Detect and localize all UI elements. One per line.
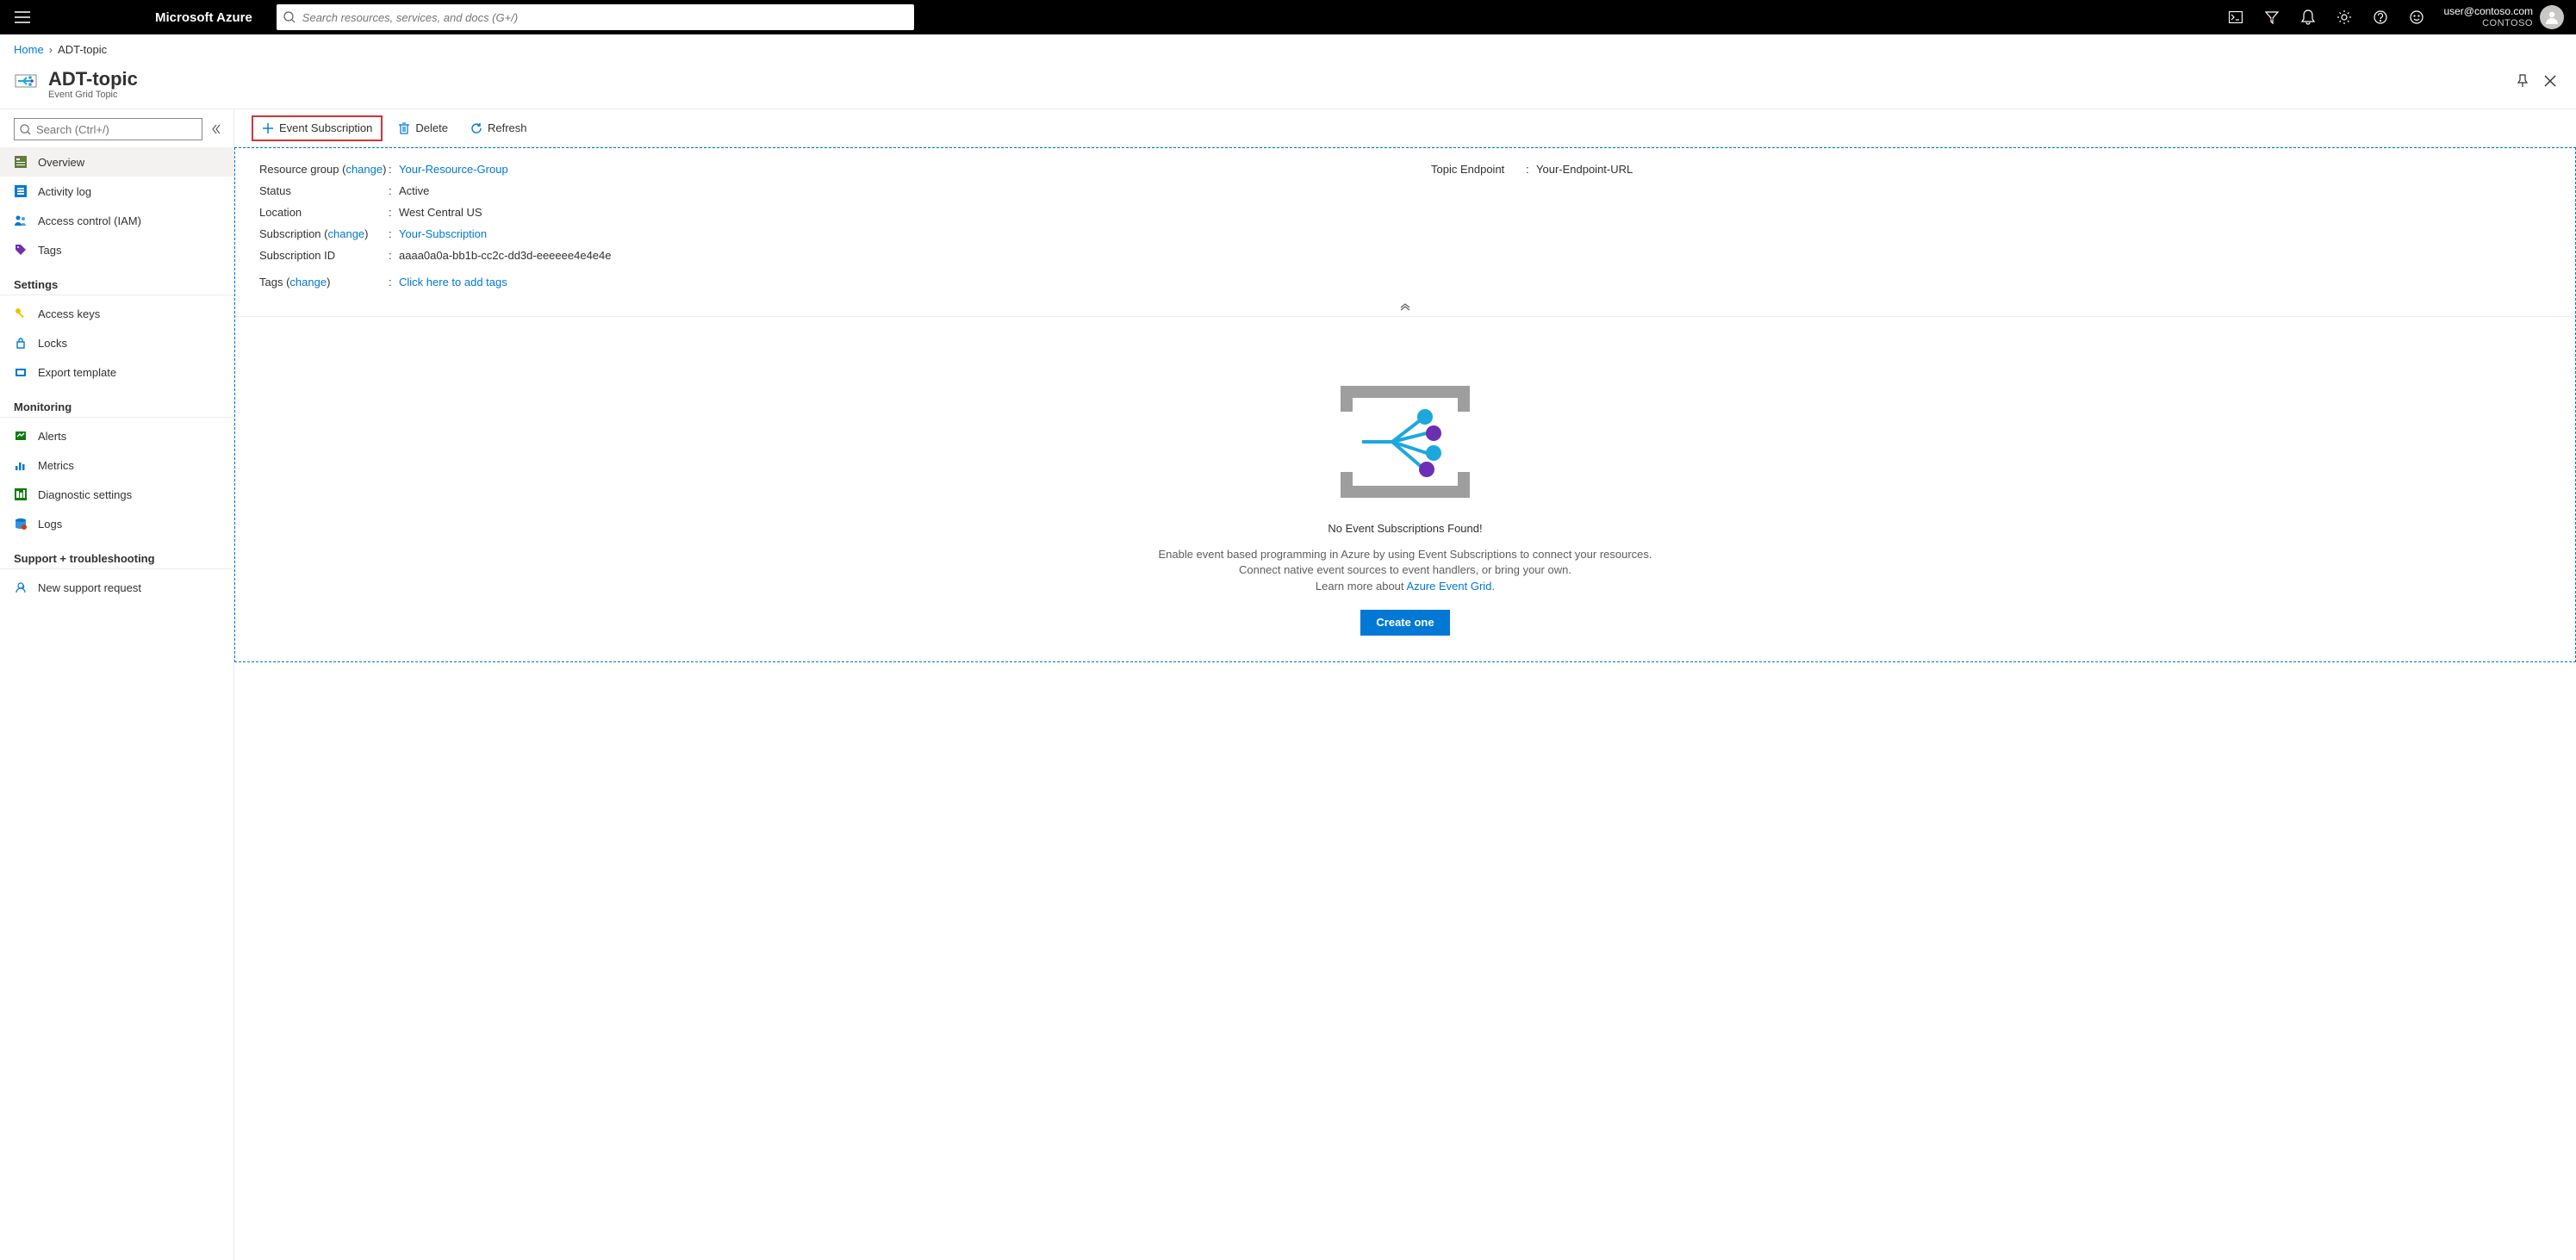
nav-new-support-request[interactable]: New support request xyxy=(0,573,233,602)
topic-endpoint-label: Topic Endpoint xyxy=(1431,163,1526,176)
close-button[interactable] xyxy=(2538,69,2562,93)
nav-tags[interactable]: Tags xyxy=(0,235,233,264)
settings-gear-icon[interactable] xyxy=(2326,0,2362,34)
status-label: Status xyxy=(259,184,389,197)
nav-item-label: Diagnostic settings xyxy=(38,488,132,501)
help-icon[interactable] xyxy=(2362,0,2399,34)
nav-item-label: Logs xyxy=(38,518,62,531)
breadcrumb: Home › ADT-topic xyxy=(0,34,2576,64)
event-grid-hero-icon xyxy=(1341,386,1470,498)
essentials-pane: Resource group (change) : Your-Resource-… xyxy=(235,148,2575,300)
main-content: Overview Activity log Access control (IA… xyxy=(0,109,2576,1260)
pin-button[interactable] xyxy=(2511,69,2535,93)
logs-icon xyxy=(14,517,28,531)
user-email: user@contoso.com xyxy=(2443,6,2533,18)
brand-label[interactable]: Microsoft Azure xyxy=(155,10,252,25)
topic-endpoint-value: Your-Endpoint-URL xyxy=(1536,163,2551,176)
nav-item-label: Access control (IAM) xyxy=(38,214,141,227)
event-subscription-button[interactable]: Event Subscription xyxy=(252,115,383,141)
nav-alerts[interactable]: Alerts xyxy=(0,421,233,450)
location-value: West Central US xyxy=(399,206,1379,219)
essentials-collapse[interactable] xyxy=(235,300,2575,317)
nav-group-support: Support + troubleshooting xyxy=(0,549,233,569)
feedback-icon[interactable] xyxy=(2399,0,2435,34)
nav-item-label: Tags xyxy=(38,244,61,257)
hamburger-button[interactable] xyxy=(3,0,41,34)
overview-icon xyxy=(14,155,28,169)
nav-item-label: Activity log xyxy=(38,185,91,198)
breadcrumb-home[interactable]: Home xyxy=(14,43,44,56)
iam-icon xyxy=(14,214,28,227)
avatar[interactable] xyxy=(2540,5,2564,29)
nav-locks[interactable]: Locks xyxy=(0,328,233,357)
collapse-menu-button[interactable] xyxy=(208,121,225,138)
change-subscription[interactable]: change xyxy=(328,227,365,240)
resource-type-label: Event Grid Topic xyxy=(48,90,138,100)
delete-button[interactable]: Delete xyxy=(389,115,457,141)
metrics-icon xyxy=(14,458,28,472)
command-bar: Event Subscription Delete Refresh xyxy=(234,109,2576,147)
nav-overview[interactable]: Overview xyxy=(0,147,233,177)
resource-group-link[interactable]: Your-Resource-Group xyxy=(399,163,508,176)
menu-search[interactable] xyxy=(14,118,202,140)
nav-access-keys[interactable]: Access keys xyxy=(0,299,233,328)
filter-icon[interactable] xyxy=(2254,0,2290,34)
title-bar: ADT-topic Event Grid Topic xyxy=(0,64,2576,109)
subscription-link[interactable]: Your-Subscription xyxy=(399,227,487,240)
top-bar: Microsoft Azure user@contoso.com CONTOSO xyxy=(0,0,2576,34)
tag-icon xyxy=(14,243,28,257)
learn-more-link[interactable]: Azure Event Grid xyxy=(1406,580,1491,593)
page-title: ADT-topic xyxy=(48,69,138,90)
subscription-id-value: aaaa0a0a-bb1b-cc2c-dd3d-eeeeee4e4e4e xyxy=(399,249,1379,262)
resource-menu: Overview Activity log Access control (IA… xyxy=(0,109,234,1260)
menu-search-input[interactable] xyxy=(31,119,196,140)
nav-item-label: Export template xyxy=(38,366,116,379)
breadcrumb-current: ADT-topic xyxy=(58,43,107,56)
alerts-icon xyxy=(14,429,28,443)
activity-log-icon xyxy=(14,184,28,198)
cloud-shell-icon[interactable] xyxy=(2218,0,2254,34)
key-icon xyxy=(14,307,28,320)
content-pane: Event Subscription Delete Refresh Resour… xyxy=(234,109,2576,1260)
subscription-id-label: Subscription ID xyxy=(259,249,389,262)
nav-metrics[interactable]: Metrics xyxy=(0,450,233,480)
nav-item-label: Access keys xyxy=(38,307,100,320)
user-directory: CONTOSO xyxy=(2443,18,2533,29)
user-account[interactable]: user@contoso.com CONTOSO xyxy=(2435,5,2573,29)
nav-export-template[interactable]: Export template xyxy=(0,357,233,387)
global-search-input[interactable] xyxy=(296,4,907,30)
nav-access-control[interactable]: Access control (IAM) xyxy=(0,206,233,235)
add-tags-link[interactable]: Click here to add tags xyxy=(399,276,507,289)
location-label: Location xyxy=(259,206,389,219)
nav-item-label: Alerts xyxy=(38,430,66,443)
nav-diagnostic-settings[interactable]: Diagnostic settings xyxy=(0,480,233,509)
diagnostic-icon xyxy=(14,487,28,501)
nav-item-label: Metrics xyxy=(38,459,74,472)
nav-item-label: Overview xyxy=(38,156,84,169)
change-tags[interactable]: change xyxy=(289,276,327,289)
change-resource-group[interactable]: change xyxy=(345,163,383,176)
refresh-button[interactable]: Refresh xyxy=(462,115,536,141)
create-one-button[interactable]: Create one xyxy=(1360,610,1449,636)
nav-group-settings: Settings xyxy=(0,275,233,295)
notifications-icon[interactable] xyxy=(2290,0,2326,34)
lock-icon xyxy=(14,336,28,350)
global-search[interactable] xyxy=(277,4,914,30)
nav-group-monitoring: Monitoring xyxy=(0,397,233,418)
nav-logs[interactable]: Logs xyxy=(0,509,233,538)
nav-item-label: Locks xyxy=(38,337,67,350)
export-icon xyxy=(14,365,28,379)
nav-item-label: New support request xyxy=(38,581,141,594)
status-value: Active xyxy=(399,184,1379,197)
support-icon xyxy=(14,580,28,594)
resource-type-icon xyxy=(14,69,38,93)
nav-activity-log[interactable]: Activity log xyxy=(0,177,233,206)
empty-state: No Event Subscriptions Found! Enable eve… xyxy=(235,317,2575,661)
empty-title: No Event Subscriptions Found! xyxy=(1328,522,1482,535)
